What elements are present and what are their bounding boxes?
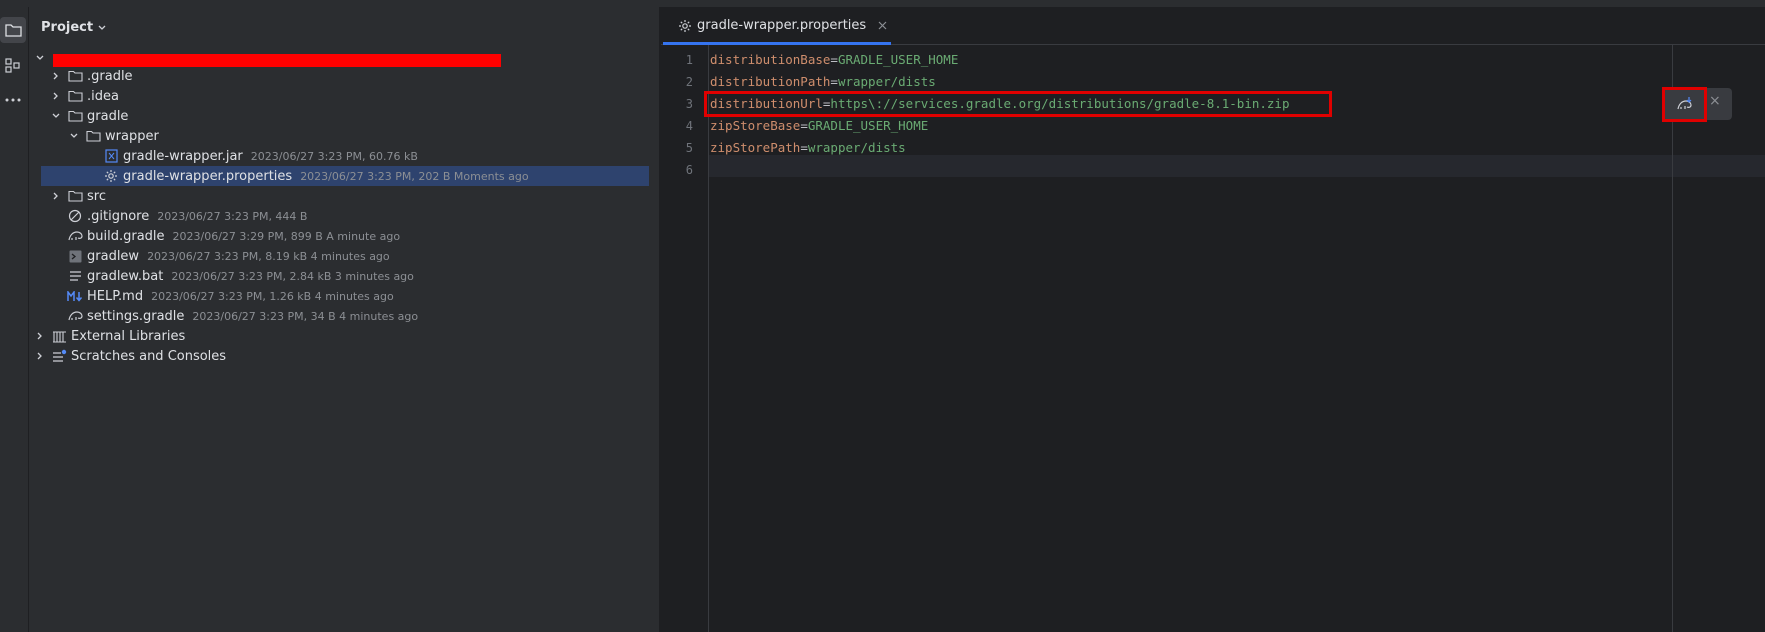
tree-item-gradlew-bat[interactable]: gradlew.bat 2023/06/27 3:23 PM, 2.84 kB … xyxy=(67,266,414,286)
tree-item-src[interactable]: src xyxy=(49,186,106,206)
tree-item-gitignore[interactable]: .gitignore 2023/06/27 3:23 PM, 444 B xyxy=(67,206,307,226)
tree-item-external-libraries[interactable]: External Libraries xyxy=(33,326,185,346)
tab-gradle-wrapper-properties[interactable]: gradle-wrapper.properties xyxy=(663,7,891,44)
chevron-down-icon xyxy=(33,51,47,65)
tree-item-gradle[interactable]: gradle xyxy=(49,106,128,126)
chevron-right-icon xyxy=(49,69,63,83)
tree-item-idea[interactable]: .idea xyxy=(49,86,119,106)
scratches-icon xyxy=(51,348,67,364)
folder-icon xyxy=(67,68,83,84)
close-icon[interactable]: × xyxy=(1709,93,1721,109)
tree-item-wrapper[interactable]: wrapper xyxy=(67,126,159,146)
chevron-right-icon xyxy=(33,329,47,343)
terminal-file-icon xyxy=(67,248,83,264)
code-line-5: zipStorePath=wrapper/dists xyxy=(710,140,906,155)
editor-area: gradle-wrapper.properties 1 2 3 4 5 6 di… xyxy=(661,7,1765,632)
text-file-icon xyxy=(67,268,83,284)
line-number: 2 xyxy=(685,75,693,89)
top-strip xyxy=(0,0,1765,7)
chevron-down-icon xyxy=(67,129,81,143)
gear-icon xyxy=(103,168,119,184)
line-number-gutter: 1 2 3 4 5 6 xyxy=(661,45,709,632)
tree-item-gradlew[interactable]: gradlew 2023/06/27 3:23 PM, 8.19 kB 4 mi… xyxy=(67,246,390,266)
line-number: 1 xyxy=(685,53,693,67)
highlight-box-distribution-url xyxy=(704,91,1332,117)
tool-window-bar xyxy=(0,7,29,632)
code-line-2: distributionPath=wrapper/dists xyxy=(710,74,936,89)
tree-item-scratches[interactable]: Scratches and Consoles xyxy=(33,346,226,366)
tree-item-help-md[interactable]: HELP.md 2023/06/27 3:23 PM, 1.26 kB 4 mi… xyxy=(67,286,394,306)
project-panel-title[interactable]: Project xyxy=(41,20,107,35)
folder-icon xyxy=(67,188,83,204)
gradle-icon xyxy=(67,308,83,324)
markdown-icon xyxy=(67,288,83,304)
tree-item-root[interactable] xyxy=(33,48,51,68)
structure-icon[interactable] xyxy=(0,53,26,79)
gear-icon xyxy=(677,18,693,34)
chevron-down-icon xyxy=(49,109,63,123)
code-line-1: distributionBase=GRADLE_USER_HOME xyxy=(710,52,959,67)
chevron-down-icon xyxy=(98,25,106,30)
gradle-icon xyxy=(67,228,83,244)
chevron-right-icon xyxy=(49,89,63,103)
tree-item-gradle-dir[interactable]: .gradle xyxy=(49,66,133,86)
folder-icon xyxy=(85,128,101,144)
tree-item-gradle-wrapper-properties[interactable]: gradle-wrapper.properties 2023/06/27 3:2… xyxy=(41,166,649,186)
more-icon[interactable] xyxy=(0,87,26,113)
line-number: 3 xyxy=(685,97,693,111)
chevron-right-icon xyxy=(49,189,63,203)
folder-icon[interactable] xyxy=(0,17,26,43)
project-panel: Project .gradle .idea gradle wrapper gra… xyxy=(29,7,659,632)
ignore-file-icon xyxy=(67,208,83,224)
editor-tab-bar: gradle-wrapper.properties xyxy=(661,7,1765,45)
line-number: 6 xyxy=(685,163,693,177)
tree-item-settings-gradle[interactable]: settings.gradle 2023/06/27 3:23 PM, 34 B… xyxy=(67,306,418,326)
line-number: 5 xyxy=(685,141,693,155)
close-icon[interactable] xyxy=(878,21,887,30)
folder-icon xyxy=(67,88,83,104)
jar-file-icon xyxy=(103,148,119,164)
tree-item-gradle-wrapper-jar[interactable]: gradle-wrapper.jar 2023/06/27 3:23 PM, 6… xyxy=(103,146,418,166)
highlight-box-load-button xyxy=(1662,87,1707,122)
tree-item-build-gradle[interactable]: build.gradle 2023/06/27 3:29 PM, 899 B A… xyxy=(67,226,400,246)
chevron-right-icon xyxy=(33,349,47,363)
code-line-4: zipStoreBase=GRADLE_USER_HOME xyxy=(710,118,929,133)
line-number: 4 xyxy=(685,119,693,133)
library-icon xyxy=(51,328,67,344)
right-margin-guide xyxy=(1672,45,1673,632)
folder-icon xyxy=(67,108,83,124)
